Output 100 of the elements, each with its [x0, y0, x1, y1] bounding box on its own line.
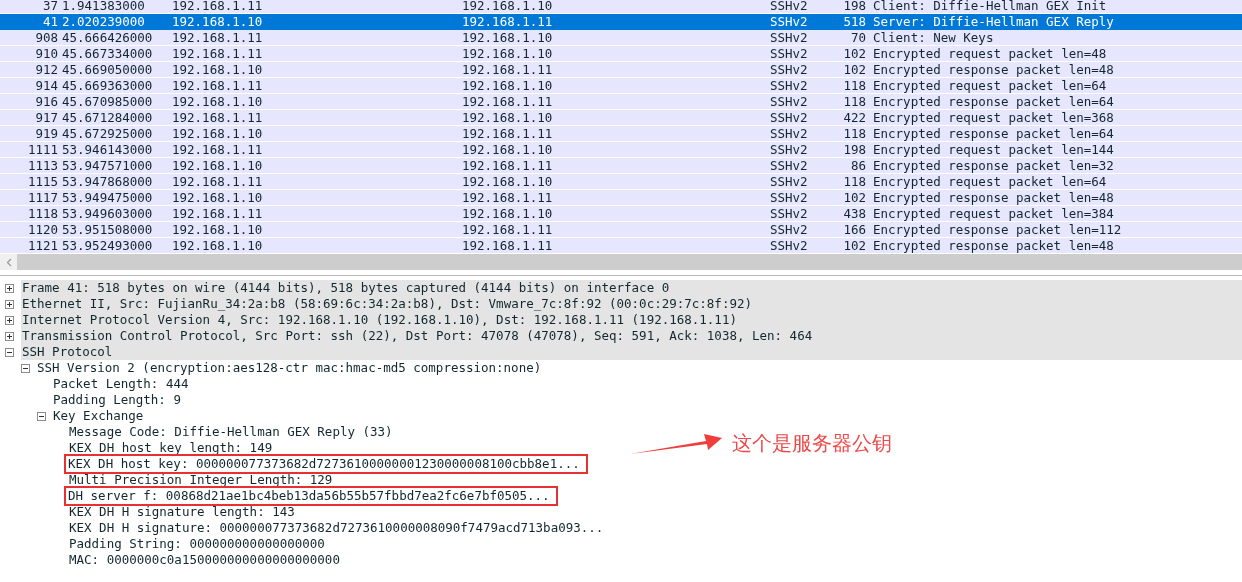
- tree-item[interactable]: Frame 41: 518 bytes on wire (4144 bits), 518 bytes captured (4144 bits) on interface 0: [21, 280, 1242, 296]
- tree-item[interactable]: SSH Protocol: [21, 344, 1242, 360]
- packet-cell-text: 192.168.1.11: [172, 30, 264, 45]
- packet-row[interactable]: 916 45.670985000 192.168.1.10 192.168.1.11 SSHv2 118 Encrypted response packet len=64: [0, 94, 1242, 110]
- packet-cell-text: Encrypted request packet len=48: [872, 46, 1107, 61]
- packet-cell-text: SSHv2: [770, 190, 809, 205]
- packet-cell-text: 192.168.1.10: [172, 62, 264, 77]
- packet-cell-text: 192.168.1.10: [172, 238, 264, 253]
- packet-cell-text: SSHv2: [770, 222, 809, 237]
- packet-cell-text: 192.168.1.10: [172, 190, 264, 205]
- packet-cell-text: 192.168.1.11: [462, 222, 554, 237]
- packet-row[interactable]: 41 2.020239000 192.168.1.10 192.168.1.11 SSHv2 518 Server: Diffie-Hellman GEX Reply: [0, 14, 1242, 30]
- packet-row[interactable]: 912 45.669050000 192.168.1.10 192.168.1.11 SSHv2 102 Encrypted response packet len=48: [0, 62, 1242, 78]
- tree-item[interactable]: MAC: 0000000c0a150000000000000000000: [69, 552, 340, 568]
- collapse-icon[interactable]: [37, 411, 46, 421]
- packet-cell-text: 910: [34, 46, 58, 61]
- packet-cell-text: Encrypted response packet len=48: [872, 190, 1114, 205]
- packet-cell-text: Encrypted request packet len=64: [872, 78, 1107, 93]
- tree-item[interactable]: DH server f: 00868d21ae1bc4beb13da56b55b57fbbd7ea2fc6e7bf0505...: [66, 488, 556, 504]
- packet-cell-text: 192.168.1.11: [172, 78, 264, 93]
- packet-cell-text: 192.168.1.10: [172, 158, 264, 173]
- expand-icon[interactable]: [5, 331, 14, 341]
- packet-row[interactable]: 1117 53.949475000 192.168.1.10 192.168.1.11 SSHv2 102 Encrypted response packet len=48: [0, 190, 1242, 206]
- packet-cell-text: 53.952493000: [61, 238, 154, 253]
- packet-cell-text: SSHv2: [770, 142, 809, 157]
- packet-row[interactable]: 1111 53.946143000 192.168.1.11 192.168.1.10 SSHv2 198 Encrypted request packet len=144: [0, 142, 1242, 158]
- packet-cell-text: 1.941383000: [61, 0, 146, 13]
- packet-cell-text: Client: Diffie-Hellman GEX Init: [872, 0, 1107, 13]
- packet-row[interactable]: 908 45.666426000 192.168.1.11 192.168.1.10 SSHv2 70 Client: New Keys: [0, 30, 1242, 46]
- packet-cell-text: 438: [842, 206, 866, 221]
- packet-cell-text: 192.168.1.11: [172, 0, 264, 13]
- packet-cell-text: Encrypted response packet len=48: [872, 62, 1114, 77]
- collapse-icon[interactable]: [5, 347, 14, 357]
- packet-row[interactable]: 1115 53.947868000 192.168.1.11 192.168.1.10 SSHv2 118 Encrypted request packet len=64: [0, 174, 1242, 190]
- packet-cell-text: SSHv2: [770, 78, 809, 93]
- packet-cell-text: SSHv2: [770, 46, 809, 61]
- packet-cell-text: 53.947868000: [61, 174, 154, 189]
- packet-cell-text: 192.168.1.10: [172, 222, 264, 237]
- packet-cell-text: 192.168.1.11: [172, 142, 264, 157]
- tree-item[interactable]: Internet Protocol Version 4, Src: 192.168.1.10 (192.168.1.10), Dst: 192.168.1.11 (192.168.1.11): [21, 312, 1242, 328]
- packet-cell-text: Encrypted response packet len=112: [872, 222, 1122, 237]
- packet-cell-text: 192.168.1.10: [172, 14, 264, 29]
- expand-icon[interactable]: [5, 315, 14, 325]
- packet-cell-text: 1118: [26, 206, 58, 221]
- packet-cell-text: 118: [842, 126, 866, 141]
- tree-item[interactable]: Packet Length: 444: [53, 376, 189, 392]
- packet-cell-text: 118: [842, 78, 866, 93]
- tree-item[interactable]: KEX DH H signature length: 143: [69, 504, 295, 520]
- expand-icon[interactable]: [5, 299, 14, 309]
- packet-cell-text: 102: [842, 46, 866, 61]
- tree-item[interactable]: Transmission Control Protocol, Src Port: ssh (22), Dst Port: 47078 (47078), Seq: 591, Ack: 1038, Len: 464: [21, 328, 1242, 344]
- tree-item[interactable]: Padding Length: 9: [53, 392, 181, 408]
- packet-cell-text: 45.666426000: [61, 30, 154, 45]
- packet-cell-text: 914: [34, 78, 58, 93]
- packet-cell-text: 192.168.1.11: [172, 110, 264, 125]
- tree-item[interactable]: KEX DH H signature: 000000077373682d7273610000008090f7479acd713ba093...: [69, 520, 604, 536]
- packet-cell-text: 1117: [26, 190, 58, 205]
- packet-row[interactable]: 914 45.669363000 192.168.1.11 192.168.1.10 SSHv2 118 Encrypted request packet len=64: [0, 78, 1242, 94]
- packet-row[interactable]: 1120 53.951508000 192.168.1.10 192.168.1.11 SSHv2 166 Encrypted response packet len=112: [0, 222, 1242, 238]
- collapse-icon[interactable]: [21, 363, 30, 373]
- expand-icon[interactable]: [5, 283, 14, 293]
- packet-cell-text: 53.951508000: [61, 222, 154, 237]
- packet-cell-text: 198: [842, 0, 866, 13]
- packet-cell-text: 192.168.1.10: [462, 110, 554, 125]
- packet-cell-text: 45.667334000: [61, 46, 154, 61]
- packet-cell-text: 118: [842, 94, 866, 109]
- packet-row[interactable]: 917 45.671284000 192.168.1.11 192.168.1.10 SSHv2 422 Encrypted request packet len=368: [0, 110, 1242, 126]
- packet-row[interactable]: 1113 53.947571000 192.168.1.10 192.168.1.11 SSHv2 86 Encrypted response packet len=32: [0, 158, 1242, 174]
- packet-cell-text: SSHv2: [770, 62, 809, 77]
- packet-cell-text: 192.168.1.10: [462, 206, 554, 221]
- packet-cell-text: 192.168.1.11: [172, 206, 264, 221]
- packet-cell-text: Encrypted request packet len=384: [872, 206, 1114, 221]
- packet-cell-text: 53.949475000: [61, 190, 154, 205]
- tree-item[interactable]: SSH Version 2 (encryption:aes128-ctr mac:hmac-md5 compression:none): [37, 360, 542, 376]
- packet-cell-text: 916: [34, 94, 58, 109]
- packet-row[interactable]: 1118 53.949603000 192.168.1.11 192.168.1.10 SSHv2 438 Encrypted request packet len=384: [0, 206, 1242, 222]
- tree-item[interactable]: Padding String: 000000000000000000: [69, 536, 325, 552]
- packet-cell-text: 192.168.1.11: [462, 14, 554, 29]
- packet-cell-text: 102: [842, 62, 866, 77]
- packet-cell-text: 53.946143000: [61, 142, 154, 157]
- packet-row[interactable]: 910 45.667334000 192.168.1.11 192.168.1.10 SSHv2 102 Encrypted request packet len=48: [0, 46, 1242, 62]
- packet-cell-text: Encrypted response packet len=32: [872, 158, 1114, 173]
- packet-cell-text: 86: [849, 158, 866, 173]
- tree-item[interactable]: Ethernet II, Src: FujianRu_34:2a:b8 (58:69:6c:34:2a:b8), Dst: Vmware_7c:8f:92 (00:0c:29:7c:8f:92): [21, 296, 1242, 312]
- packet-cell-text: 1111: [26, 142, 58, 157]
- packet-cell-text: 192.168.1.11: [172, 174, 264, 189]
- packet-cell-text: 192.168.1.11: [462, 238, 554, 253]
- tree-item[interactable]: Multi Precision Integer Length: 129: [69, 472, 333, 488]
- tree-item[interactable]: KEX DH host key: 000000077373682d72736100000001230000008100cbb8e1...: [66, 456, 586, 472]
- packet-row[interactable]: 919 45.672925000 192.168.1.10 192.168.1.11 SSHv2 118 Encrypted response packet len=64: [0, 126, 1242, 142]
- tree-item[interactable]: Key Exchange: [53, 408, 144, 424]
- packet-cell-text: 192.168.1.11: [172, 46, 264, 61]
- horizontal-scrollbar[interactable]: [17, 254, 1242, 270]
- packet-cell-text: 192.168.1.10: [462, 78, 554, 93]
- packet-cell-text: SSHv2: [770, 238, 809, 253]
- tree-item[interactable]: KEX DH host key length: 149: [69, 440, 273, 456]
- packet-cell-text: 192.168.1.11: [462, 62, 554, 77]
- packet-cell-text: Encrypted request packet len=368: [872, 110, 1114, 125]
- packet-cell-text: SSHv2: [770, 174, 809, 189]
- tree-item[interactable]: Message Code: Diffie-Hellman GEX Reply (33): [69, 424, 393, 440]
